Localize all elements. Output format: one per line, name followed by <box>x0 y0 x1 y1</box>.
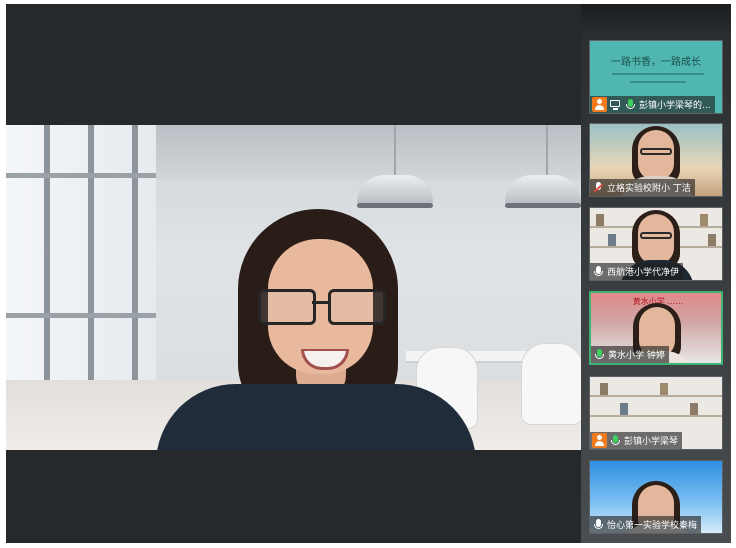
participant-name: 西航港小学代净伊 <box>607 268 680 278</box>
participant-tile[interactable]: 怡心第一实验学校秦梅 <box>589 460 723 534</box>
mic-icon <box>592 265 605 278</box>
active-speaker-video[interactable] <box>6 125 581 450</box>
mic-muted-icon <box>592 181 605 194</box>
background-chair <box>521 343 581 425</box>
participant-name: 黄水小学 钟婷 <box>608 351 665 361</box>
participant-label: 彭镇小学梁琴的... <box>590 96 715 113</box>
participant-tile-active[interactable]: 黄水小学 …… 黄水小学 钟婷 <box>589 291 723 365</box>
mic-active-icon <box>593 348 606 361</box>
pendant-lamp <box>357 175 433 205</box>
speaker-person <box>156 209 476 450</box>
participant-filmstrip[interactable]: 一路书香，一路成长 彭镇小学梁琴的... 立格实验校附小 丁洁 西航港小学代净伊… <box>581 4 731 543</box>
slide-title: 一路书香，一路成长 <box>611 57 701 68</box>
participant-name: 怡心第一实验学校秦梅 <box>607 521 698 531</box>
participant-label: 怡心第一实验学校秦梅 <box>590 516 702 533</box>
pendant-lamp <box>505 175 581 205</box>
participant-name: 彭镇小学梁琴的... <box>639 101 711 111</box>
glasses <box>256 289 386 325</box>
participant-tile[interactable]: 立格实验校附小 丁洁 <box>589 123 723 197</box>
participant-label: 黄水小学 钟婷 <box>591 346 669 363</box>
participant-tile[interactable]: 彭镇小学梁琴 <box>589 376 723 450</box>
mic-active-icon <box>609 434 622 447</box>
participant-name: 立格实验校附小 丁洁 <box>607 184 691 194</box>
mic-icon <box>592 518 605 531</box>
background-ceiling <box>156 125 581 180</box>
participant-tile[interactable]: 西航港小学代净伊 <box>589 207 723 281</box>
participant-label: 西航港小学代净伊 <box>590 263 684 280</box>
participant-name: 彭镇小学梁琴 <box>624 437 679 447</box>
mic-active-icon <box>624 98 637 111</box>
video-conference-window: 一路书香，一路成长 彭镇小学梁琴的... 立格实验校附小 丁洁 西航港小学代净伊… <box>6 4 731 543</box>
user-avatar-icon <box>592 433 607 448</box>
participant-tile[interactable]: 一路书香，一路成长 彭镇小学梁琴的... <box>589 40 723 114</box>
participant-label: 立格实验校附小 丁洁 <box>590 179 695 196</box>
main-stage <box>6 4 581 543</box>
participant-label: 彭镇小学梁琴 <box>590 432 683 449</box>
user-avatar-icon <box>592 97 607 112</box>
screen-share-icon <box>609 98 622 111</box>
